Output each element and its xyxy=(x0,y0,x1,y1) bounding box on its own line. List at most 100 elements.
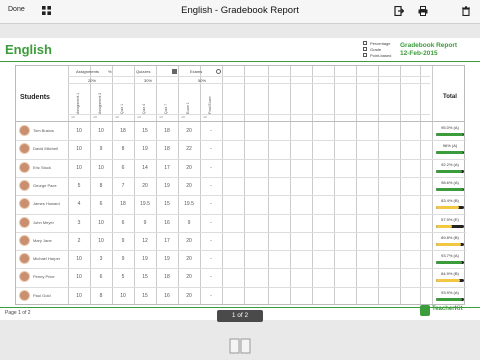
score-cell: 10 xyxy=(76,146,82,153)
checkbox-icon xyxy=(363,41,367,45)
page-indicator: Page 1 of 2 xyxy=(5,310,31,316)
score-cell: 8 xyxy=(99,182,103,189)
score-cell: 18 xyxy=(120,201,126,208)
table-row[interactable]: Michael Harper 10 3 9 19 19 20 - 93.7% (A) xyxy=(16,250,466,268)
student-name: John Meyer xyxy=(33,219,54,225)
score-cell: - xyxy=(210,146,212,153)
weight-exams: 50% xyxy=(198,78,207,83)
score-cell: 10 xyxy=(98,237,104,244)
total-progress-bar xyxy=(436,187,464,191)
gradebook-table: Students Total Assignments % Quizzes Exa… xyxy=(15,65,466,305)
document-title: English - Gradebook Report xyxy=(181,5,299,16)
column-header: Quiz 7 xyxy=(164,103,168,114)
score-cell: 19.5 xyxy=(184,201,194,208)
out-of-label: /20 xyxy=(115,115,120,119)
table-row[interactable]: John Meyer 3 10 6 9 16 9 - 57.9% (E) xyxy=(16,213,466,232)
score-cell: 10 xyxy=(76,164,82,171)
avatar xyxy=(19,125,30,136)
total-cell: 96% (A) xyxy=(436,143,464,155)
total-cell: 93.9% (A) xyxy=(436,290,464,301)
table-row[interactable]: Tom Bustos 10 10 18 15 18 20 - 95.0% (A) xyxy=(16,122,466,140)
table-row[interactable]: David Mitchell 10 9 8 19 18 22 - 96% (A) xyxy=(16,140,466,158)
table-row[interactable]: Eric Stock 10 10 6 14 17 20 - 92.2% (A) xyxy=(16,158,466,177)
score-cell: 19.5 xyxy=(140,201,150,208)
score-cell: 9 xyxy=(99,146,103,153)
avatar xyxy=(19,179,30,191)
total-progress-bar xyxy=(436,279,464,283)
total-progress-fill xyxy=(436,279,460,283)
score-cell: - xyxy=(210,201,212,208)
teacherkit-logo-icon xyxy=(420,305,430,316)
total-value: 83.4% (B) xyxy=(441,198,459,204)
score-cell: 17 xyxy=(164,164,170,171)
avatar xyxy=(19,198,30,210)
score-cell: 5 xyxy=(121,274,125,281)
score-cell: 10 xyxy=(98,219,104,226)
score-cell: 7 xyxy=(121,182,125,189)
avatar xyxy=(19,234,30,246)
score-cell: 18 xyxy=(164,274,170,281)
column-header: Final Exam xyxy=(208,96,212,114)
score-cell: 10 xyxy=(76,274,82,281)
table-row[interactable]: Mary Jane 2 10 9 12 17 20 - 89.8% (B) xyxy=(16,231,466,250)
group-assignments: Assignments xyxy=(76,69,99,74)
print-icon[interactable] xyxy=(418,6,428,16)
score-cell: 19 xyxy=(164,182,170,189)
total-progress-bar xyxy=(436,169,464,173)
percent-label: % xyxy=(108,69,112,74)
score-cell: 20 xyxy=(186,182,192,189)
total-header: Total xyxy=(443,94,457,100)
column-header: Assignment 2 xyxy=(98,92,102,114)
table-row[interactable]: James Howard 4 6 18 19.5 15 19.5 - 83.4% (B) xyxy=(16,195,466,213)
score-cell: 15 xyxy=(142,274,148,281)
export-icon[interactable] xyxy=(394,6,404,16)
out-of-label: /20 xyxy=(203,115,208,119)
total-progress-fill xyxy=(436,261,463,265)
total-cell: 93.7% (A) xyxy=(436,253,464,265)
score-cell: 20 xyxy=(186,237,192,244)
avatar xyxy=(19,289,30,301)
score-cell: - xyxy=(210,274,212,281)
table-row[interactable]: Paul Gold 10 8 10 15 16 20 - 93.9% (A) xyxy=(16,286,466,305)
score-cell: 15 xyxy=(164,201,170,208)
score-cell: 4 xyxy=(77,201,81,208)
legend-point-based: Point-based xyxy=(370,52,392,58)
total-value: 95.0% (A) xyxy=(441,125,459,130)
total-progress-bar xyxy=(436,206,464,210)
student-name: Michael Harper xyxy=(33,256,61,262)
avatar xyxy=(19,216,30,228)
avatar xyxy=(19,143,30,155)
trash-icon[interactable] xyxy=(461,6,471,16)
score-cell: 19 xyxy=(164,256,170,263)
score-cell: - xyxy=(210,182,212,189)
column-header: Exam 1 xyxy=(186,102,190,114)
score-cell: 18 xyxy=(164,128,170,134)
total-progress-fill xyxy=(436,297,463,301)
score-cell: 20 xyxy=(186,164,192,171)
top-toolbar: Done English - Gradebook Report xyxy=(0,0,480,24)
total-progress-bar xyxy=(436,224,464,228)
out-of-label: /20 xyxy=(137,115,142,119)
score-cell: 10 xyxy=(98,128,104,134)
total-progress-fill xyxy=(436,133,463,136)
score-cell: 19 xyxy=(142,146,148,153)
total-value: 57.9% (E) xyxy=(441,216,459,222)
score-cell: - xyxy=(210,128,212,134)
total-cell: 98.6% (A) xyxy=(436,180,464,191)
table-row[interactable]: Penny Price 10 6 5 15 18 20 - 84.9% (B) xyxy=(16,268,466,286)
total-progress-bar xyxy=(436,133,464,136)
score-cell: 19 xyxy=(142,256,148,263)
score-cell: 10 xyxy=(98,164,104,171)
score-cell: 6 xyxy=(99,274,103,281)
page-thumbnail-icon[interactable] xyxy=(229,338,251,354)
total-value: 92.2% (A) xyxy=(441,161,459,167)
total-progress-bar xyxy=(436,242,464,246)
out-of-label: /20 xyxy=(181,115,186,119)
score-cell: 10 xyxy=(120,292,126,299)
score-cell: 16 xyxy=(164,219,170,226)
legend-grade: Grade xyxy=(370,46,382,52)
table-row[interactable]: George Pace 5 8 7 20 19 20 - 98.6% (A) xyxy=(16,176,466,195)
score-cell: 20 xyxy=(186,292,192,299)
score-cell: 10 xyxy=(76,292,82,299)
total-cell: 92.2% (A) xyxy=(436,162,464,173)
